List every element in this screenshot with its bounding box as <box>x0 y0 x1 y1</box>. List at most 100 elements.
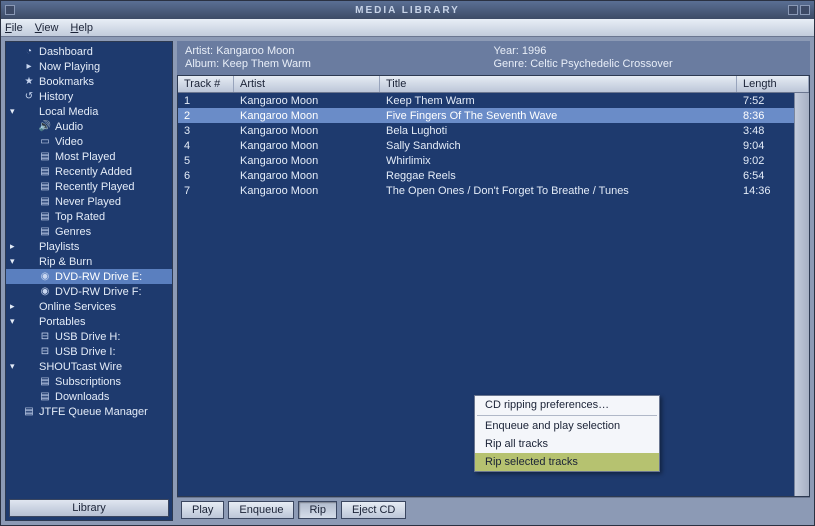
tree-item-label: Local Media <box>39 106 98 118</box>
cell-title: Sally Sandwich <box>380 140 737 152</box>
tree-item-icon <box>23 106 35 118</box>
sidebar-item-top-rated[interactable]: ▤ Top Rated <box>6 209 172 224</box>
expand-arrow-icon[interactable]: ▾ <box>10 106 19 117</box>
expand-arrow-icon[interactable]: ▸ <box>10 241 19 252</box>
sidebar-item-dvd-rw-drive-f[interactable]: ◉DVD-RW Drive F: <box>6 284 172 299</box>
sidebar-item-downloads[interactable]: ▤Downloads <box>6 389 172 404</box>
sidebar-item-local-media[interactable]: ▾ Local Media <box>6 104 172 119</box>
tree-item-label: Genres <box>55 226 91 238</box>
cm-rip-selected[interactable]: Rip selected tracks <box>475 453 659 471</box>
expand-arrow-icon[interactable]: ▾ <box>10 361 19 372</box>
sysmenu-icon[interactable] <box>5 5 15 15</box>
cell-track: 1 <box>178 95 234 107</box>
cell-track: 3 <box>178 125 234 137</box>
sidebar-item-jtfe-queue-manager[interactable]: ▤JTFE Queue Manager <box>6 404 172 419</box>
eject-cd-button[interactable]: Eject CD <box>341 501 406 519</box>
table-row[interactable]: 5Kangaroo MoonWhirlimix9:02 <box>178 153 809 168</box>
tree-item-label: Never Played <box>55 196 121 208</box>
tree-item-label: Recently Played <box>55 181 135 193</box>
tree-item-icon: ▭ <box>39 136 51 148</box>
vertical-scrollbar[interactable] <box>794 93 809 496</box>
tree-item-label: DVD-RW Drive F: <box>55 286 142 298</box>
sidebar-item-now-playing[interactable]: ▸Now Playing <box>6 59 172 74</box>
menu-help[interactable]: Help <box>70 22 93 34</box>
sidebar-item-subscriptions[interactable]: ▤Subscriptions <box>6 374 172 389</box>
sidebar-item-recently-played[interactable]: ▤Recently Played <box>6 179 172 194</box>
tree-item-icon: ▤ <box>39 226 51 238</box>
album-value: Keep Them Warm <box>222 58 311 70</box>
cm-enqueue-play[interactable]: Enqueue and play selection <box>475 417 659 435</box>
library-button[interactable]: Library <box>9 499 169 517</box>
enqueue-button[interactable]: Enqueue <box>228 501 294 519</box>
sidebar-item-online-services[interactable]: ▸Online Services <box>6 299 172 314</box>
tree-item-icon: ↺ <box>23 91 35 103</box>
cell-artist: Kangaroo Moon <box>234 155 380 167</box>
sidebar-item-video[interactable]: ▭ Video <box>6 134 172 149</box>
table-row[interactable]: 7Kangaroo MoonThe Open Ones / Don't Forg… <box>178 183 809 198</box>
sidebar-item-history[interactable]: ↺ History <box>6 89 172 104</box>
sidebar-item-never-played[interactable]: ▤Never Played <box>6 194 172 209</box>
menu-file[interactable]: File <box>5 22 23 34</box>
sidebar-item-rip-burn[interactable]: ▾Rip & Burn <box>6 254 172 269</box>
sidebar-item-most-played[interactable]: ▤Most Played <box>6 149 172 164</box>
tree-item-label: Audio <box>55 121 83 133</box>
tree-item-label: History <box>39 91 73 103</box>
sidebar-item-portables[interactable]: ▾Portables <box>6 314 172 329</box>
titlebar[interactable]: MEDIA LIBRARY <box>1 1 814 19</box>
table-row[interactable]: 1Kangaroo MoonKeep Them Warm7:52 <box>178 93 809 108</box>
column-headers[interactable]: Track # Artist Title Length <box>178 76 809 93</box>
table-row[interactable]: 4Kangaroo MoonSally Sandwich9:04 <box>178 138 809 153</box>
table-row[interactable]: 6Kangaroo MoonReggae Reels6:54 <box>178 168 809 183</box>
tree-item-label: Now Playing <box>39 61 100 73</box>
menubar: File View Help <box>1 19 814 37</box>
sidebar-item-genres[interactable]: ▤ Genres <box>6 224 172 239</box>
cm-rip-all[interactable]: Rip all tracks <box>475 435 659 453</box>
artist-label: Artist: <box>185 45 213 57</box>
genre-value: Celtic Psychedelic Crossover <box>530 58 672 70</box>
sidebar-item-audio[interactable]: 🔊Audio <box>6 119 172 134</box>
tree-item-label: USB Drive H: <box>55 331 120 343</box>
rip-button[interactable]: Rip <box>298 501 337 519</box>
table-row[interactable]: 3Kangaroo MoonBela Lughoti3:48 <box>178 123 809 138</box>
cell-title: Reggae Reels <box>380 170 737 182</box>
tree-item-label: USB Drive I: <box>55 346 116 358</box>
expand-arrow-icon[interactable]: ▾ <box>10 316 19 327</box>
sidebar-item-usb-drive-h[interactable]: ⊟ USB Drive H: <box>6 329 172 344</box>
nav-tree[interactable]: ◔Dashboard▸Now Playing★Bookmarks↺History… <box>6 42 172 496</box>
window-title: MEDIA LIBRARY <box>355 5 460 16</box>
minimize-icon[interactable] <box>788 5 798 15</box>
cell-track: 4 <box>178 140 234 152</box>
sidebar: ◔Dashboard▸Now Playing★Bookmarks↺History… <box>5 41 173 521</box>
tree-item-label: Video <box>55 136 83 148</box>
tree-item-icon <box>23 316 35 328</box>
tree-item-label: Top Rated <box>55 211 105 223</box>
tree-item-icon: ⊟ <box>39 331 51 343</box>
menu-view[interactable]: View <box>35 22 59 34</box>
sidebar-item-bookmarks[interactable]: ★Bookmarks <box>6 74 172 89</box>
sidebar-item-dvd-rw-drive-e[interactable]: ◉DVD-RW Drive E: <box>6 269 172 284</box>
expand-arrow-icon[interactable]: ▾ <box>10 256 19 267</box>
close-icon[interactable] <box>800 5 810 15</box>
col-track[interactable]: Track # <box>178 76 234 92</box>
tree-item-icon: ▤ <box>39 166 51 178</box>
sidebar-item-recently-added[interactable]: ▤Recently Added <box>6 164 172 179</box>
album-infobar: Artist: Kangaroo Moon Album: Keep Them W… <box>177 41 810 75</box>
cm-cd-ripping-prefs[interactable]: CD ripping preferences… <box>475 396 659 414</box>
sidebar-item-playlists[interactable]: ▸ Playlists <box>6 239 172 254</box>
cell-artist: Kangaroo Moon <box>234 110 380 122</box>
tree-item-label: JTFE Queue Manager <box>39 406 148 418</box>
expand-arrow-icon[interactable]: ▸ <box>10 301 19 312</box>
tree-item-label: Playlists <box>39 241 79 253</box>
table-row[interactable]: 2Kangaroo MoonFive Fingers Of The Sevent… <box>178 108 809 123</box>
sidebar-item-shoutcast-wire[interactable]: ▾SHOUTcast Wire <box>6 359 172 374</box>
play-button[interactable]: Play <box>181 501 224 519</box>
cell-artist: Kangaroo Moon <box>234 170 380 182</box>
col-title[interactable]: Title <box>380 76 737 92</box>
tree-item-icon: ▤ <box>39 211 51 223</box>
sidebar-item-usb-drive-i[interactable]: ⊟USB Drive I: <box>6 344 172 359</box>
col-artist[interactable]: Artist <box>234 76 380 92</box>
col-length[interactable]: Length <box>737 76 809 92</box>
sidebar-item-dashboard[interactable]: ◔Dashboard <box>6 44 172 59</box>
genre-label: Genre: <box>494 58 528 70</box>
tree-item-label: DVD-RW Drive E: <box>55 271 142 283</box>
